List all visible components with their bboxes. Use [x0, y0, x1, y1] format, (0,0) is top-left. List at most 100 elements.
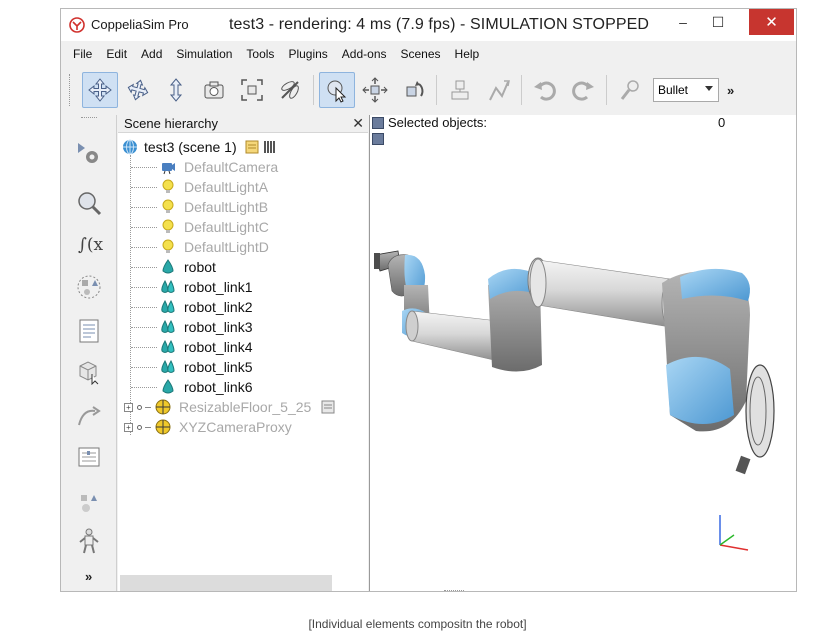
shape-multi-icon: [161, 299, 175, 313]
hierarchy-horizontal-scrollbar[interactable]: [120, 575, 332, 591]
menu-simulation[interactable]: Simulation: [176, 47, 232, 61]
pan-arrows-icon: [88, 78, 112, 102]
vertical-arrows-icon: [169, 78, 183, 102]
physics-engine-select[interactable]: Bullet: [653, 78, 719, 102]
undo-button[interactable]: [527, 72, 563, 108]
toolbar-separator: [313, 75, 314, 105]
transfer-dna-icon: [489, 80, 510, 101]
scene-object-properties-button[interactable]: [73, 187, 105, 219]
tree-guide-line: [131, 367, 157, 368]
tree-guide-line: [131, 327, 157, 328]
model-browser-button[interactable]: [73, 487, 105, 519]
physics-engine-value: Bullet: [658, 83, 689, 97]
tree-item[interactable]: robot_link4: [160, 337, 253, 357]
tree-item[interactable]: robot: [160, 257, 216, 277]
rotate-object-icon: [406, 81, 424, 97]
menu-plugins[interactable]: Plugins: [288, 47, 327, 61]
tree-item-label: ResizableFloor_5_25: [179, 399, 312, 415]
shape-multi-icon: [161, 319, 175, 333]
minimize-button[interactable]: –: [669, 9, 697, 35]
dot-icon: [137, 404, 142, 410]
tree-item[interactable]: + ResizableFloor_5_25: [124, 397, 335, 417]
robot-arm-render: [374, 250, 775, 551]
scene-hierarchy-header: Scene hierarchy ✕: [118, 115, 368, 133]
assemble-button[interactable]: [442, 72, 478, 108]
toolbar-separator: [521, 75, 522, 105]
dot-icon: [137, 424, 142, 430]
shape-edit-button[interactable]: [73, 355, 105, 387]
fly-mode-button[interactable]: [272, 72, 308, 108]
cube-select-icon: [79, 361, 99, 385]
expand-toggle-icon[interactable]: +: [124, 402, 133, 412]
object-rotate-button[interactable]: [395, 72, 431, 108]
calculation-modules-button[interactable]: ∫(x): [73, 227, 105, 259]
function-fx-icon: ∫(x): [78, 235, 103, 255]
dummy-icon: [155, 399, 171, 415]
toolbar-grip[interactable]: [69, 74, 77, 106]
redo-button[interactable]: [565, 72, 601, 108]
tree-item[interactable]: DefaultLightD: [160, 237, 269, 257]
camera-pan-button[interactable]: [82, 72, 118, 108]
window-title: test3 - rendering: 4 ms (7.9 fps) - SIMU…: [229, 16, 650, 33]
menu-add-ons[interactable]: Add-ons: [342, 47, 387, 61]
light-icon: [162, 219, 174, 233]
left-toolbar-overflow-button[interactable]: »: [85, 569, 92, 584]
toolbar-separator: [436, 75, 437, 105]
left-toolbar-grip[interactable]: [81, 117, 97, 118]
magnifier-icon: [78, 192, 102, 216]
tree-item[interactable]: DefaultLightB: [160, 197, 268, 217]
scene-hierarchy-panel: Scene hierarchy ✕ test3 (scene 1) Defaul…: [118, 115, 368, 591]
menu-file[interactable]: File: [73, 47, 92, 61]
tree-item[interactable]: robot_link3: [160, 317, 253, 337]
menu-help[interactable]: Help: [455, 47, 480, 61]
camera-zoom-button[interactable]: [158, 72, 194, 108]
menu-add[interactable]: Add: [141, 47, 162, 61]
tree-item[interactable]: robot_link6: [160, 377, 253, 397]
robot-models-button[interactable]: [73, 525, 105, 557]
scene-viewport[interactable]: Selected objects: 0: [369, 115, 796, 591]
viewport-resize-grip[interactable]: [444, 590, 464, 591]
menu-tools[interactable]: Tools: [246, 47, 274, 61]
dynamics-toggle-button[interactable]: [612, 72, 648, 108]
fit-to-view-button[interactable]: [234, 72, 270, 108]
path-edit-button[interactable]: [73, 399, 105, 431]
tree-item[interactable]: DefaultLightC: [160, 217, 269, 237]
tree-root-scene[interactable]: test3 (scene 1): [122, 137, 277, 157]
collections-button[interactable]: [73, 271, 105, 303]
tree-item[interactable]: DefaultLightA: [160, 177, 268, 197]
tree-guide-line: [131, 387, 157, 388]
app-window: CoppeliaSim Pro test3 - rendering: 4 ms …: [60, 8, 797, 592]
toolbar-overflow-button[interactable]: »: [727, 83, 734, 98]
dash-icon: [145, 426, 151, 428]
assemble-icon: [451, 80, 469, 100]
fit-view-icon: [241, 79, 263, 101]
tree-item[interactable]: robot_link5: [160, 357, 253, 377]
menu-edit[interactable]: Edit: [106, 47, 127, 61]
tree-item[interactable]: robot_link2: [160, 297, 253, 317]
maximize-button[interactable]: ☐: [703, 9, 733, 35]
click-select-button[interactable]: [319, 72, 355, 108]
scripts-button[interactable]: [73, 315, 105, 347]
tree-item[interactable]: DefaultCamera: [160, 157, 278, 177]
scene-hierarchy-close-button[interactable]: ✕: [352, 115, 364, 132]
transfer-dna-button[interactable]: [480, 72, 516, 108]
menu-scenes[interactable]: Scenes: [401, 47, 441, 61]
tree-item[interactable]: robot_link1: [160, 277, 253, 297]
select-cursor-icon: [327, 80, 347, 103]
simulation-settings-button[interactable]: [73, 137, 105, 169]
object-shift-button[interactable]: [357, 72, 393, 108]
dash-icon: [145, 406, 151, 408]
settings-panel-icon: [78, 447, 100, 467]
expand-toggle-icon[interactable]: +: [124, 422, 133, 432]
camera-angle-button[interactable]: [196, 72, 232, 108]
globe-icon: [123, 139, 137, 155]
tree-guide-line: [131, 287, 157, 288]
undo-icon: [534, 81, 556, 101]
shape-icon: [162, 259, 174, 274]
shape-multi-icon: [161, 279, 175, 293]
user-settings-button[interactable]: [73, 441, 105, 473]
tree-item-label: XYZCameraProxy: [179, 419, 292, 435]
close-button[interactable]: ✕: [749, 9, 794, 35]
camera-rotate-button[interactable]: [120, 72, 156, 108]
tree-item[interactable]: + XYZCameraProxy: [124, 417, 292, 437]
